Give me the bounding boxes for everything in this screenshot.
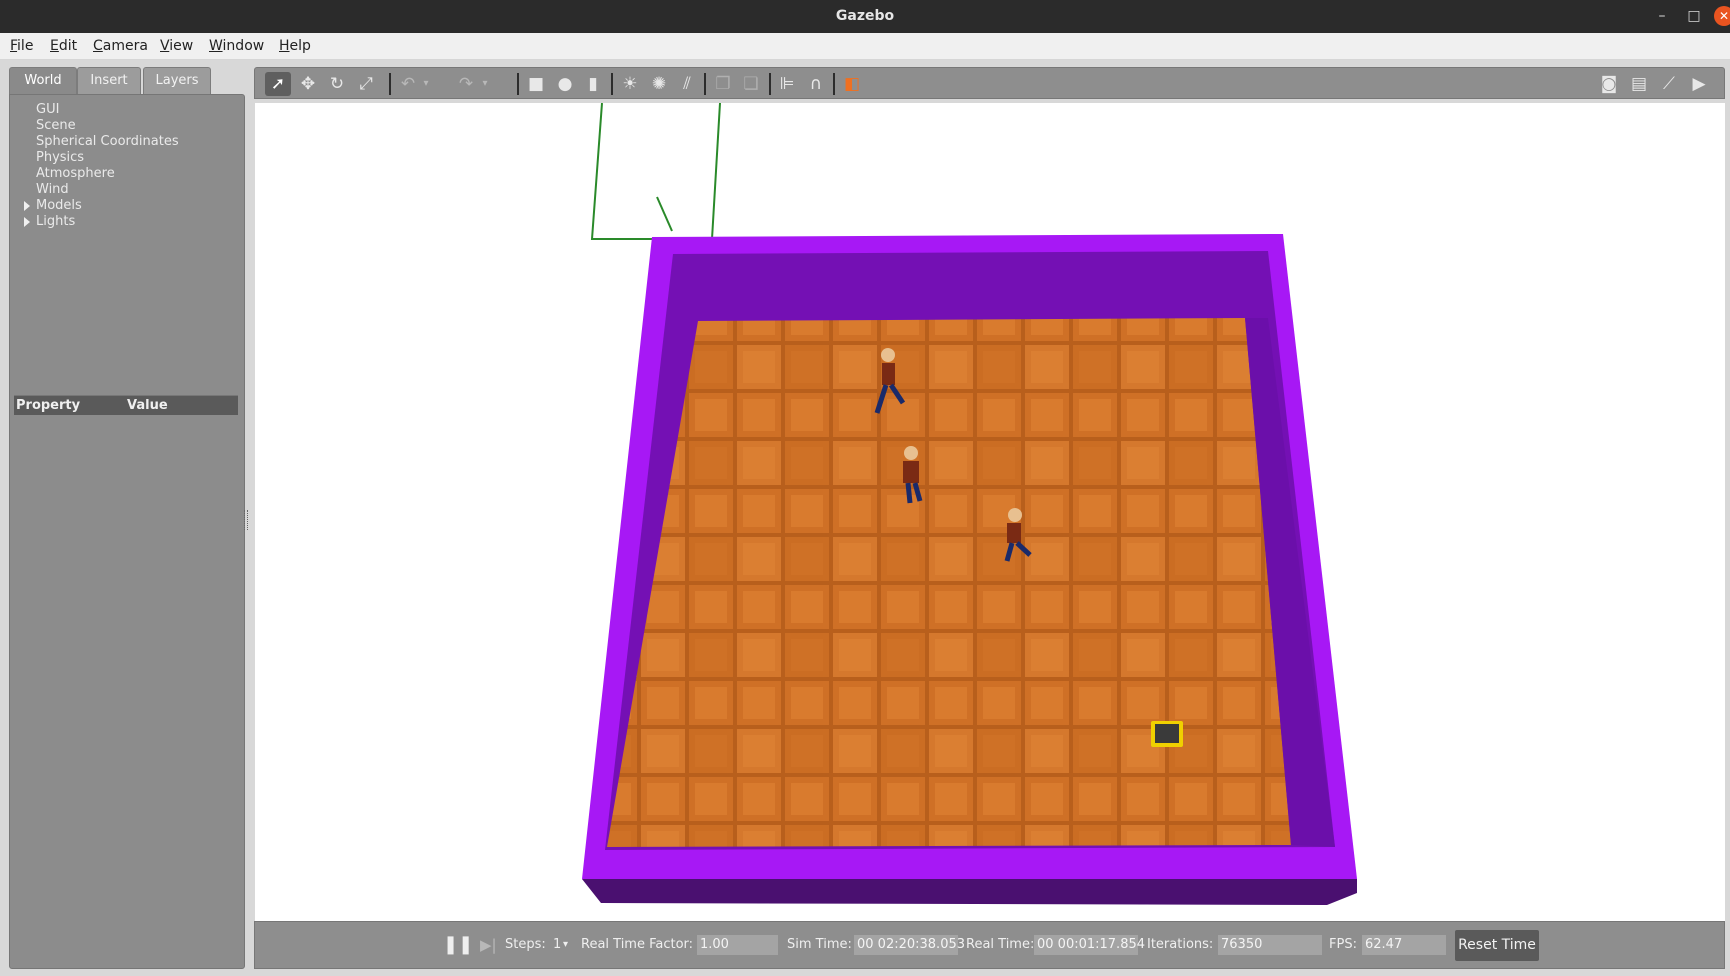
- tree-item-spherical-coordinates[interactable]: Spherical Coordinates: [36, 134, 179, 150]
- pause-icon[interactable]: ❚❚: [443, 922, 473, 968]
- minimize-button[interactable]: –: [1648, 0, 1676, 33]
- menu-help[interactable]: Help: [279, 33, 311, 59]
- menu-edit[interactable]: Edit: [50, 33, 77, 59]
- maximize-button[interactable]: □: [1680, 0, 1708, 33]
- robot-model: [1151, 721, 1183, 747]
- tree-item-atmosphere[interactable]: Atmosphere: [36, 166, 179, 182]
- point-light-icon[interactable]: ☀: [617, 72, 643, 96]
- iterations-value: 76350: [1218, 935, 1322, 955]
- window-title: Gazebo: [835, 8, 895, 24]
- tree-item-models[interactable]: Models: [24, 198, 179, 214]
- simulation-status-bar: ❚❚ ▶| Steps: 1 ▾ Real Time Factor: 1.00 …: [254, 921, 1725, 969]
- select-arrow-icon[interactable]: ➚: [265, 72, 291, 96]
- translate-icon[interactable]: ✥: [295, 72, 321, 96]
- camera-frustum: [590, 103, 721, 240]
- tree-item-physics[interactable]: Physics: [36, 150, 179, 166]
- close-button[interactable]: ✕: [1714, 6, 1730, 26]
- menu-file[interactable]: File: [10, 33, 33, 59]
- tree-item-label: Physics: [36, 150, 85, 165]
- scene-viewport[interactable]: [255, 103, 1725, 921]
- property-column-header: Property: [16, 398, 81, 413]
- panel-splitter-handle[interactable]: [244, 510, 248, 530]
- spot-light-icon[interactable]: ✺: [646, 72, 672, 96]
- sim-time-label: Sim Time:: [787, 937, 852, 952]
- room-floor: [607, 318, 1291, 847]
- steps-value[interactable]: 1: [553, 922, 561, 968]
- toolbar-separator: [704, 73, 706, 95]
- box-shape-icon[interactable]: ■: [523, 72, 549, 96]
- expand-arrow-icon[interactable]: [24, 201, 30, 211]
- tab-world[interactable]: World: [9, 67, 77, 95]
- menu-camera[interactable]: Camera: [93, 33, 148, 59]
- tree-item-label: Spherical Coordinates: [36, 134, 179, 149]
- value-column-header: Value: [127, 398, 168, 413]
- directional-light-icon[interactable]: ⫽: [674, 72, 700, 96]
- view-angle-icon[interactable]: ◧: [839, 72, 865, 96]
- paste-icon[interactable]: ❏: [738, 72, 764, 96]
- real-time-factor-label: Real Time Factor:: [581, 937, 694, 952]
- tab-layers[interactable]: Layers: [143, 67, 211, 94]
- real-time-value: 00 00:01:17.854: [1034, 935, 1145, 955]
- fps-value: 62.47: [1362, 935, 1446, 955]
- snap-icon[interactable]: ∩: [803, 72, 829, 96]
- align-icon[interactable]: ⊫: [774, 72, 800, 96]
- redo-dropdown-icon[interactable]: ▾: [478, 72, 492, 96]
- title-bar: Gazebo – □ ✕: [0, 0, 1730, 33]
- tab-insert[interactable]: Insert: [77, 67, 141, 94]
- real-time-label: Real Time:: [966, 937, 1035, 952]
- step-icon[interactable]: ▶|: [480, 922, 497, 968]
- toolbar-separator: [517, 73, 519, 95]
- menu-view[interactable]: View: [160, 33, 193, 59]
- tree-item-lights[interactable]: Lights: [24, 214, 179, 230]
- tree-item-gui[interactable]: GUI: [36, 102, 179, 118]
- log-icon[interactable]: ▤: [1626, 72, 1652, 96]
- toolbar-separator: [389, 73, 391, 95]
- menu-window[interactable]: Window: [209, 33, 264, 59]
- reset-time-button[interactable]: Reset Time: [1455, 930, 1539, 961]
- cylinder-shape-icon[interactable]: ▮: [580, 72, 606, 96]
- toolbar-separator: [769, 73, 771, 95]
- scene-render: [582, 103, 1357, 905]
- fps-label: FPS:: [1329, 937, 1357, 952]
- panel-tabs: World Insert Layers: [9, 67, 245, 95]
- toolbar-separator: [611, 73, 613, 95]
- tree-item-label: Lights: [36, 214, 76, 229]
- world-tree: GUI Scene Spherical Coordinates Physics …: [24, 102, 179, 230]
- tree-item-wind[interactable]: Wind: [36, 182, 179, 198]
- real-time-factor-value: 1.00: [697, 935, 778, 955]
- expand-arrow-icon[interactable]: [24, 217, 30, 227]
- steps-dropdown-icon[interactable]: ▾: [563, 922, 568, 968]
- tree-item-label: GUI: [36, 102, 60, 117]
- toolbar: ➚ ✥ ↻ ⤢ ↶ ▾ ↷ ▾ ■ ● ▮ ☀ ✺ ⫽ ❐ ❏ ⊫ ∩ ◧ ◙ …: [254, 67, 1725, 99]
- tree-item-scene[interactable]: Scene: [36, 118, 179, 134]
- undo-icon[interactable]: ↶: [395, 72, 421, 96]
- main-area: World Insert Layers GUI Scene Spherical …: [0, 60, 1730, 976]
- steps-label: Steps:: [505, 937, 546, 952]
- tree-item-label: Atmosphere: [36, 166, 115, 181]
- tree-item-label: Wind: [36, 182, 69, 197]
- plot-icon[interactable]: ⟋: [1656, 72, 1682, 96]
- sphere-shape-icon[interactable]: ●: [552, 72, 578, 96]
- tree-item-label: Models: [36, 198, 82, 213]
- redo-icon[interactable]: ↷: [453, 72, 479, 96]
- world-panel: GUI Scene Spherical Coordinates Physics …: [9, 94, 245, 969]
- undo-dropdown-icon[interactable]: ▾: [419, 72, 433, 96]
- menu-bar: File Edit Camera View Window Help: [0, 33, 1730, 60]
- tree-item-label: Scene: [36, 118, 76, 133]
- scale-icon[interactable]: ⤢: [353, 72, 379, 96]
- toolbar-separator: [833, 73, 835, 95]
- copy-icon[interactable]: ❐: [710, 72, 736, 96]
- video-record-icon[interactable]: ▶: [1686, 72, 1712, 96]
- left-panel: World Insert Layers GUI Scene Spherical …: [9, 67, 245, 969]
- iterations-label: Iterations:: [1147, 937, 1214, 952]
- sim-time-value: 00 02:20:38.053: [854, 935, 965, 955]
- property-table-header: Property Value: [14, 395, 238, 415]
- screenshot-icon[interactable]: ◙: [1596, 72, 1622, 96]
- room-wall-front: [582, 879, 1357, 905]
- rotate-icon[interactable]: ↻: [324, 72, 350, 96]
